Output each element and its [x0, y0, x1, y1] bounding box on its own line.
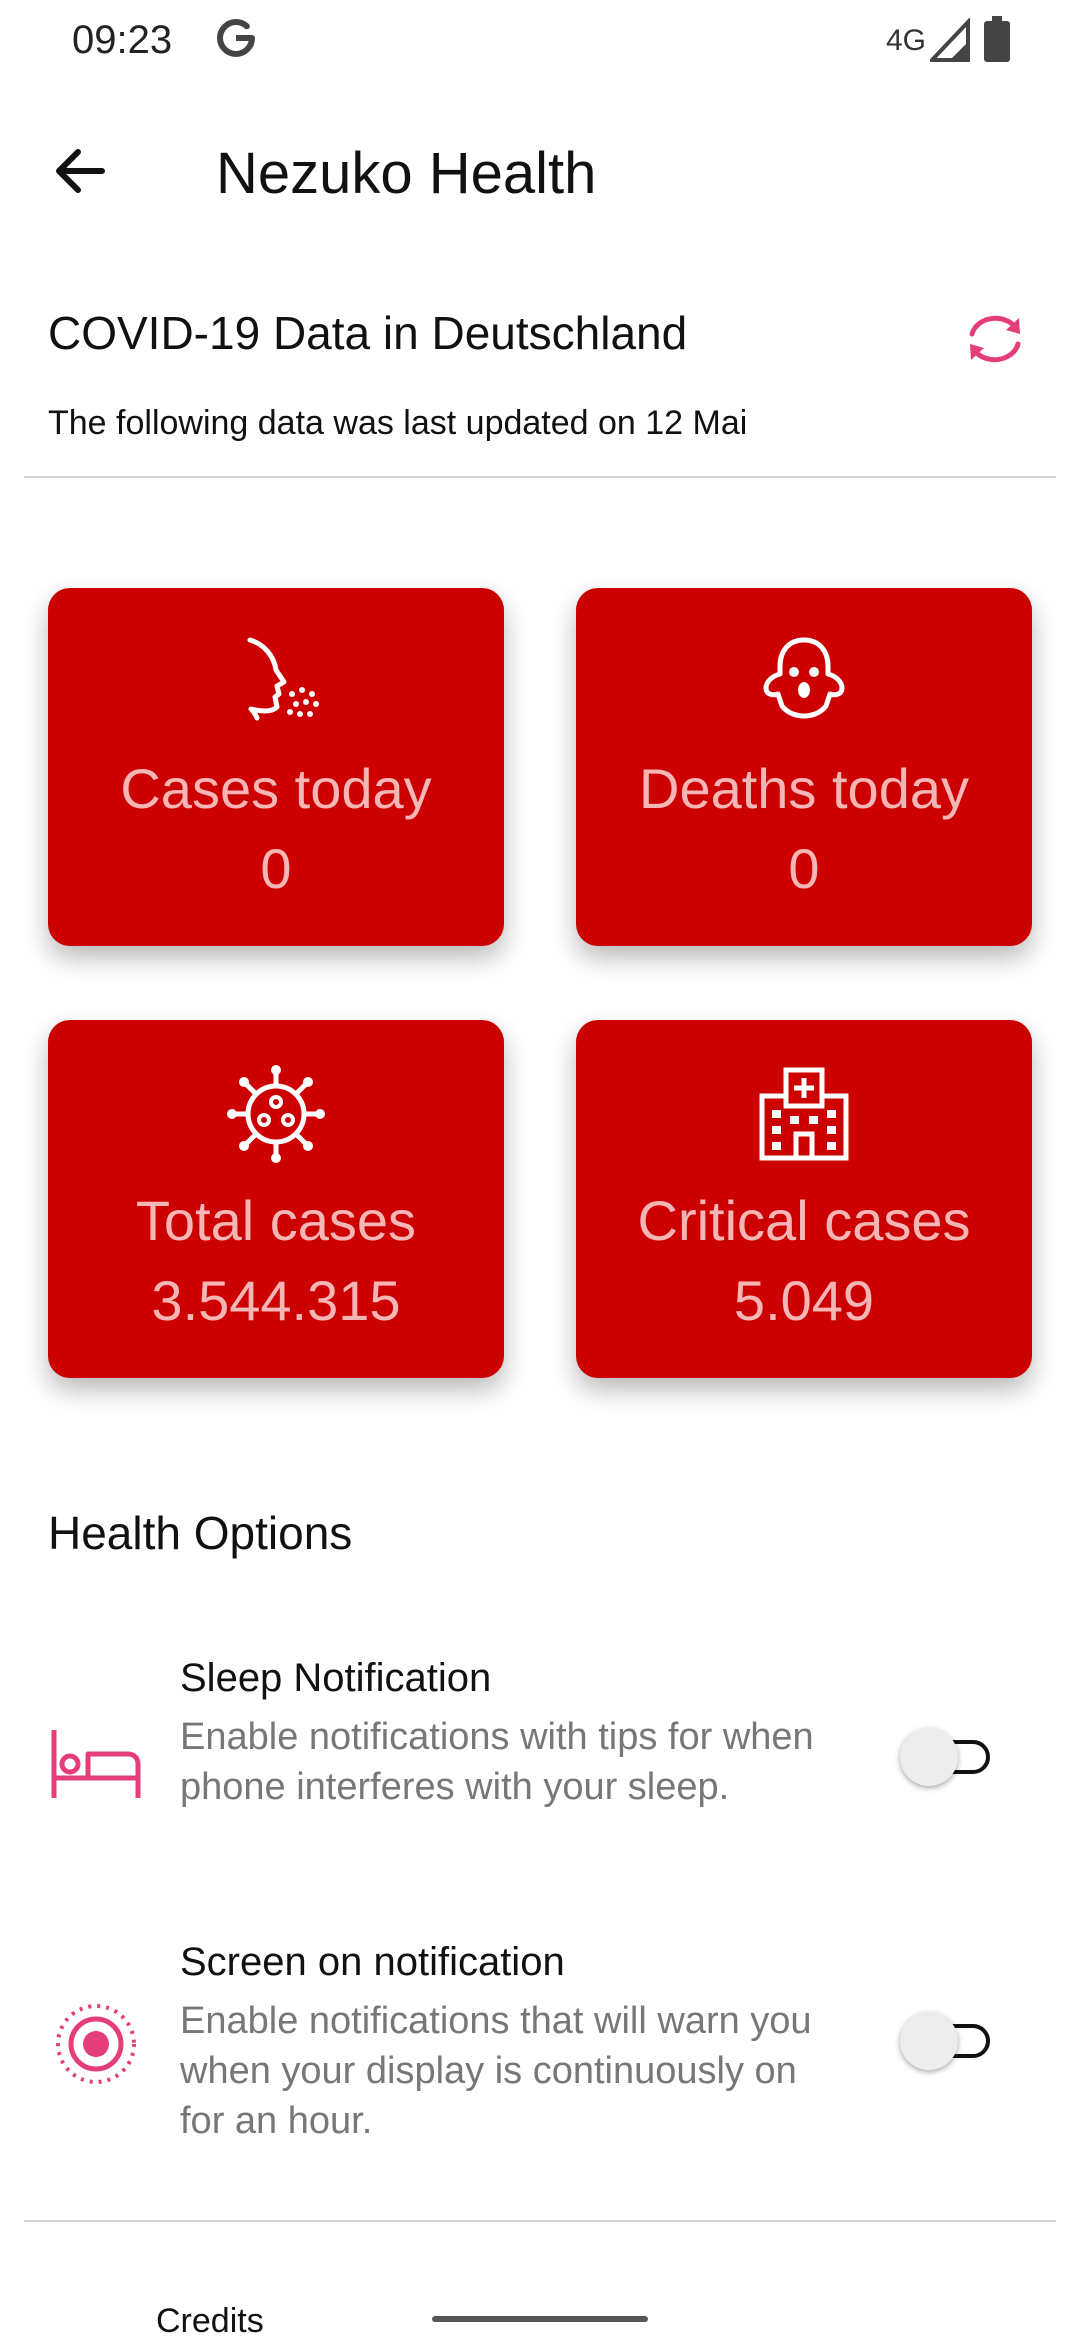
option-title: Sleep Notification: [180, 1656, 492, 1700]
card-label: Critical cases: [637, 1189, 971, 1252]
target-icon: [56, 2004, 136, 2084]
toggle-thumb: [900, 2012, 958, 2070]
hospital-icon: [759, 1067, 849, 1161]
sleep-notification-toggle[interactable]: [900, 1726, 1004, 1786]
option-title: Screen on notification: [180, 1940, 565, 1984]
card-value: 3.544.315: [151, 1269, 401, 1332]
option-description: Enable notifications that will warn you …: [180, 2000, 812, 2142]
status-time: 09:23: [72, 18, 173, 62]
card-value: 0: [260, 837, 292, 900]
app-bar: Nezuko Health: [0, 110, 1080, 230]
back-arrow-icon[interactable]: [40, 136, 120, 206]
divider: [24, 2220, 1056, 2222]
credits-link[interactable]: Credits: [156, 2302, 264, 2341]
critical-cases-card: Critical cases 5.049: [576, 1020, 1032, 1378]
card-value: 0: [788, 837, 820, 900]
last-updated-text: The following data was last updated on 1…: [48, 404, 748, 442]
deaths-today-card: Deaths today 0: [576, 588, 1032, 946]
screen-on-notification-toggle[interactable]: [900, 2010, 1004, 2070]
option-description: Enable notifications with tips for when …: [180, 1716, 814, 1808]
google-icon: [216, 18, 255, 58]
sneeze-icon: [247, 637, 319, 721]
bed-icon: [51, 1730, 141, 1798]
battery-icon: [984, 16, 1010, 62]
card-label: Cases today: [120, 757, 432, 820]
home-indicator[interactable]: [432, 2316, 648, 2322]
screen-on-notification-option: Screen on notification Enable notificati…: [0, 1940, 1080, 2180]
ghost-icon: [763, 637, 845, 719]
virus-icon: [227, 1065, 325, 1163]
card-label: Deaths today: [639, 757, 969, 820]
network-type: 4G: [886, 24, 927, 57]
total-cases-card: Total cases 3.544.315: [48, 1020, 504, 1378]
divider: [24, 476, 1056, 478]
toggle-thumb: [900, 1728, 958, 1786]
card-value: 5.049: [733, 1269, 875, 1332]
signal-icon: [930, 18, 970, 62]
refresh-icon[interactable]: [956, 306, 1034, 372]
app-title: Nezuko Health: [216, 141, 597, 206]
covid-section-title: COVID-19 Data in Deutschland: [48, 307, 688, 359]
cases-today-card: Cases today 0: [48, 588, 504, 946]
sleep-notification-option: Sleep Notification Enable notifications …: [0, 1656, 1080, 1896]
health-options-title: Health Options: [48, 1507, 353, 1559]
status-bar: 09:23 4G: [0, 0, 1080, 88]
card-label: Total cases: [135, 1189, 417, 1252]
